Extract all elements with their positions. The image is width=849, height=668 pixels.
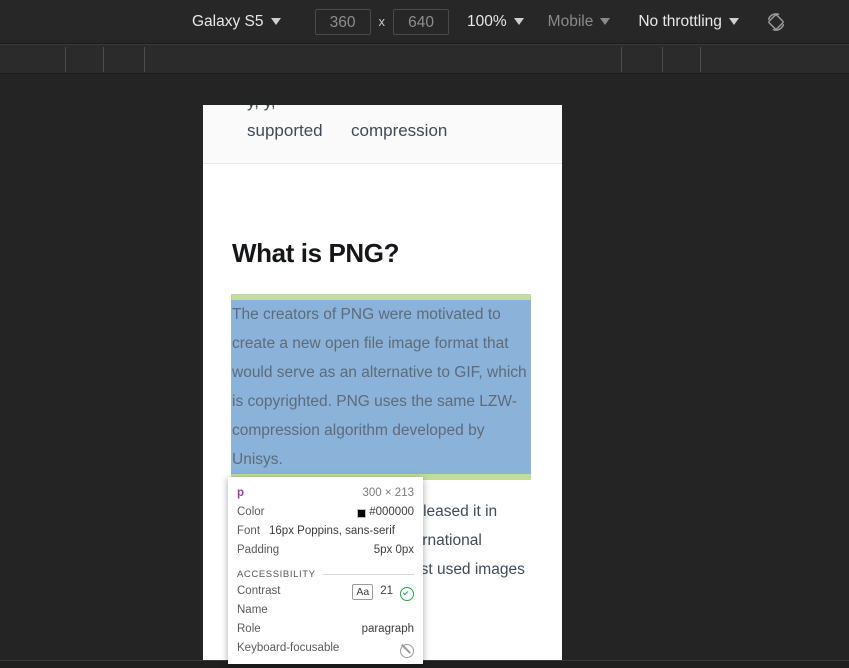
table-cell-left-text: supported: [247, 121, 323, 140]
viewport-width-input[interactable]: 360: [314, 8, 371, 35]
toolbar-divider: [103, 47, 104, 72]
tooltip-font-key: Font: [237, 525, 261, 537]
rotate-device-icon: [767, 12, 785, 31]
toolbar-divider: [144, 47, 145, 72]
page-heading: What is PNG?: [232, 237, 400, 268]
tooltip-font-value: 16px Poppins, sans-serif: [269, 525, 395, 537]
tooltip-title-row: p 300 × 213: [237, 484, 414, 503]
zoom-selector-label: 100%: [467, 12, 507, 30]
tooltip-font-row: Font 16px Poppins, sans-serif: [237, 522, 414, 541]
contrast-sample-badge: Aa: [352, 583, 374, 600]
secondary-toolbar-strip: [0, 44, 849, 74]
a11y-name-row: Name: [237, 601, 414, 620]
chevron-down-icon: [728, 18, 739, 25]
tooltip-dimensions: 300 × 213: [362, 487, 414, 499]
throttling-selector[interactable]: No throttling: [632, 10, 745, 34]
table-cell-left-clipped-line: y, y,: [247, 105, 351, 116]
tooltip-color-row: Color #000000: [237, 503, 414, 522]
chevron-down-icon: [270, 18, 281, 25]
device-type-label: Mobile: [547, 12, 594, 30]
tooltip-padding-row: Padding 5px 0px: [237, 541, 414, 560]
tooltip-color-key: Color: [237, 506, 265, 518]
color-swatch-icon: [357, 509, 367, 518]
tooltip-color-value: #000000: [369, 506, 414, 518]
toolbar-divider: [700, 47, 701, 72]
tooltip-arrow: [242, 477, 258, 478]
section-divider: [322, 574, 414, 575]
table-cell-left: y, y, supported: [203, 105, 351, 145]
tooltip-tag-name: p: [237, 487, 245, 499]
tooltip-padding-value: 5px 0px: [373, 544, 414, 556]
table-cell-right-clipped-line: [351, 105, 447, 116]
devtools-device-mode-screenshot: Galaxy S5 360 x 640 100% Mobile No throt…: [0, 0, 849, 668]
device-type-selector[interactable]: Mobile: [542, 10, 617, 34]
inspected-paragraph[interactable]: The creators of PNG were motivated to cr…: [231, 300, 531, 474]
device-stage: y, y, supported compression What is PNG?…: [0, 74, 849, 660]
a11y-keyboard-focusable-key: Keyboard-focusable: [237, 642, 340, 654]
a11y-contrast-row: Contrast Aa 21: [237, 582, 414, 601]
dimension-separator: x: [378, 14, 386, 29]
inspected-element-overlay: The creators of PNG were motivated to cr…: [231, 293, 531, 480]
chevron-down-icon: [600, 18, 611, 25]
check-circle-icon: [400, 586, 414, 601]
content-box: The creators of PNG were motivated to cr…: [231, 299, 531, 474]
a11y-role-value: paragraph: [361, 623, 414, 635]
not-allowed-circle-icon: [400, 643, 414, 658]
a11y-keyboard-focusable-value: [400, 642, 414, 658]
element-inspect-tooltip: p 300 × 213 Color #000000 Font 16px Popp…: [228, 477, 423, 664]
chevron-down-icon: [513, 18, 524, 25]
zoom-selector[interactable]: 100%: [461, 10, 530, 34]
throttling-label: No throttling: [638, 12, 722, 30]
a11y-contrast-ratio: 21: [380, 585, 393, 597]
device-selector[interactable]: Galaxy S5: [186, 10, 287, 34]
accessibility-section-header: ACCESSIBILITY: [237, 569, 414, 580]
viewport-dimensions: 360 x 640: [314, 0, 450, 43]
rotate-device-button[interactable]: [761, 7, 791, 37]
tooltip-padding-key: Padding: [237, 544, 280, 556]
accessibility-section-label: ACCESSIBILITY: [237, 569, 316, 580]
a11y-name-key: Name: [237, 604, 268, 616]
a11y-role-key: Role: [237, 623, 261, 635]
a11y-contrast-value-group: Aa 21: [352, 582, 414, 601]
table-cell-right-text: compression: [351, 121, 448, 140]
tooltip-color-value-group: #000000: [357, 503, 414, 522]
a11y-contrast-key: Contrast: [237, 585, 281, 597]
device-toolbar: Galaxy S5 360 x 640 100% Mobile No throt…: [0, 0, 849, 44]
toolbar-divider: [662, 47, 663, 72]
toolbar-divider: [65, 47, 66, 72]
viewport-height-input[interactable]: 640: [393, 8, 450, 35]
a11y-role-row: Role paragraph: [237, 620, 414, 639]
comparison-table-last-row: y, y, supported compression: [203, 105, 562, 164]
a11y-keyboard-focusable-row: Keyboard-focusable: [237, 639, 414, 658]
table-cell-right: compression: [351, 105, 447, 145]
toolbar-divider: [621, 47, 622, 72]
device-selector-label: Galaxy S5: [192, 12, 264, 30]
